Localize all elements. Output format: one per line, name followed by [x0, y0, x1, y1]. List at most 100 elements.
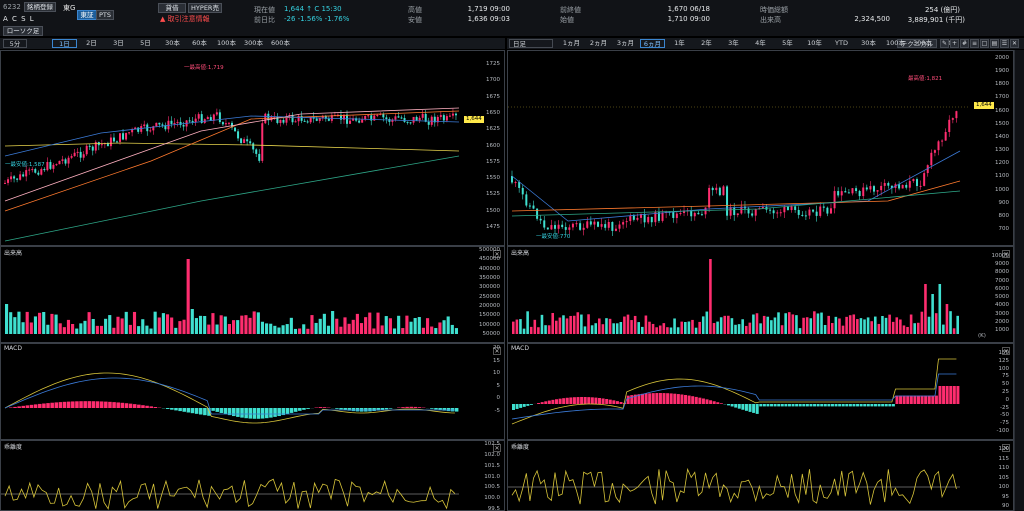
candle	[403, 117, 406, 122]
macd-histogram-bar	[727, 404, 731, 406]
right-period-tab[interactable]: 300本	[910, 39, 935, 48]
list-icon[interactable]: ≡	[970, 39, 979, 48]
left-interval-select[interactable]: 5分	[3, 39, 27, 48]
volume-bar	[637, 322, 641, 334]
left-period-tab[interactable]: 60本	[187, 39, 212, 48]
axis-tick-label: 1725	[486, 61, 500, 67]
right-current-price-badge: 1,644	[974, 102, 994, 109]
field-label-low: 安値	[408, 16, 422, 24]
volume-bar	[405, 315, 409, 334]
axis-tick-label: -25	[1000, 404, 1009, 411]
left-period-tab[interactable]: 100本	[214, 39, 239, 48]
crosshair-icon[interactable]: +	[950, 39, 959, 48]
candle	[261, 123, 264, 161]
right-period-tab[interactable]: 5年	[775, 39, 800, 48]
signal-line	[511, 373, 957, 420]
axis-tick-label: 95	[1002, 493, 1009, 500]
field-value-low: 1,636 09:03	[467, 15, 510, 23]
right-period-tab[interactable]: 1年	[667, 39, 692, 48]
candle	[346, 114, 349, 124]
volume-bar	[623, 316, 626, 334]
right-period-tab[interactable]: 4年	[748, 39, 773, 48]
candle	[672, 212, 675, 218]
macd-histogram-bar	[741, 404, 745, 410]
candle	[315, 118, 318, 121]
candle	[46, 161, 49, 171]
macd-histogram-bar	[165, 408, 170, 409]
candle	[282, 119, 285, 123]
candle	[243, 139, 246, 144]
right-period-tab[interactable]: 2年	[694, 39, 719, 48]
exchange-tab-pts[interactable]: PTS	[96, 10, 114, 20]
left-period-tab[interactable]: 300本	[241, 39, 266, 48]
candle	[327, 118, 330, 121]
volume-bar	[909, 314, 913, 334]
layout-icon[interactable]: ▤	[990, 39, 999, 48]
axis-tick-label: 1675	[486, 93, 500, 100]
macd-histogram-bar	[580, 396, 584, 404]
right-period-tab[interactable]: 10年	[802, 39, 827, 48]
right-period-tab[interactable]: 100本	[883, 39, 908, 48]
macd-histogram-bar	[709, 400, 713, 404]
macd-histogram-bar	[598, 397, 601, 404]
candle	[761, 207, 764, 209]
pencil-icon[interactable]: ✎	[940, 39, 949, 48]
volume-bar	[522, 328, 526, 334]
close-icon[interactable]: ✕	[1010, 39, 1019, 48]
macd-histogram-bar	[87, 401, 92, 408]
credit-button[interactable]: 貸借	[158, 3, 186, 13]
watchlist-register-button[interactable]: 銘柄登録	[24, 2, 56, 12]
left-volume-chart	[5, 259, 458, 334]
left-period-tab[interactable]: 1日	[52, 39, 77, 48]
macd-histogram-bar	[38, 403, 42, 408]
axis-tick-label: 25	[1002, 389, 1009, 395]
right-period-tab[interactable]: YTD	[829, 39, 854, 48]
candle	[49, 161, 52, 169]
volume-bar	[42, 312, 46, 334]
volume-bar	[770, 320, 773, 334]
volume-bar	[421, 327, 425, 334]
macd-histogram-bar	[306, 408, 310, 409]
left-period-tab[interactable]: 3日	[106, 39, 131, 48]
right-period-tab[interactable]: 2ヵ月	[586, 39, 611, 48]
menu-icon[interactable]: ☰	[1000, 39, 1009, 48]
candle	[240, 138, 243, 144]
left-period-tab[interactable]: 2日	[79, 39, 104, 48]
axis-tick-label: 20	[493, 345, 500, 351]
right-kairi-label: 乖離度	[511, 444, 530, 451]
volume-bar	[174, 327, 178, 334]
candle	[191, 120, 194, 123]
macd-histogram-bar	[149, 406, 153, 408]
axis-tick-label: 102.0	[484, 451, 500, 458]
volume-bar	[598, 318, 601, 334]
left-period-tab[interactable]: 600本	[268, 39, 293, 48]
vertical-scrollbar[interactable]	[1014, 50, 1024, 511]
right-period-tab[interactable]: 30本	[856, 39, 881, 48]
hyper-sell-button[interactable]: HYPER売	[188, 3, 222, 13]
candle	[16, 178, 19, 180]
volume-bar	[956, 315, 959, 334]
macd-histogram-bar	[752, 404, 756, 413]
right-interval-select[interactable]: 日足	[509, 39, 553, 48]
candle	[421, 113, 424, 118]
chart-type-select[interactable]: ローソク足	[3, 26, 43, 36]
candle	[632, 215, 635, 220]
grid-icon[interactable]: #	[960, 39, 969, 48]
left-period-tab[interactable]: 5日	[133, 39, 158, 48]
window-icon[interactable]: □	[980, 39, 989, 48]
axis-tick-label: 500000	[479, 247, 500, 253]
exchange-tab-tse[interactable]: 東証	[77, 10, 97, 20]
left-period-tab[interactable]: 30本	[160, 39, 185, 48]
right-period-tab[interactable]: 3年	[721, 39, 746, 48]
candle	[197, 114, 200, 119]
candle	[579, 223, 582, 230]
axis-tick-label: 900	[998, 199, 1010, 206]
macd-histogram-bar	[834, 404, 838, 407]
candle	[829, 208, 832, 214]
candle	[837, 191, 840, 196]
candle	[862, 187, 865, 197]
right-period-tab[interactable]: 1ヵ月	[559, 39, 584, 48]
candle	[865, 187, 868, 190]
right-period-tab[interactable]: 6ヵ月	[640, 39, 665, 48]
right-period-tab[interactable]: 3ヵ月	[613, 39, 638, 48]
